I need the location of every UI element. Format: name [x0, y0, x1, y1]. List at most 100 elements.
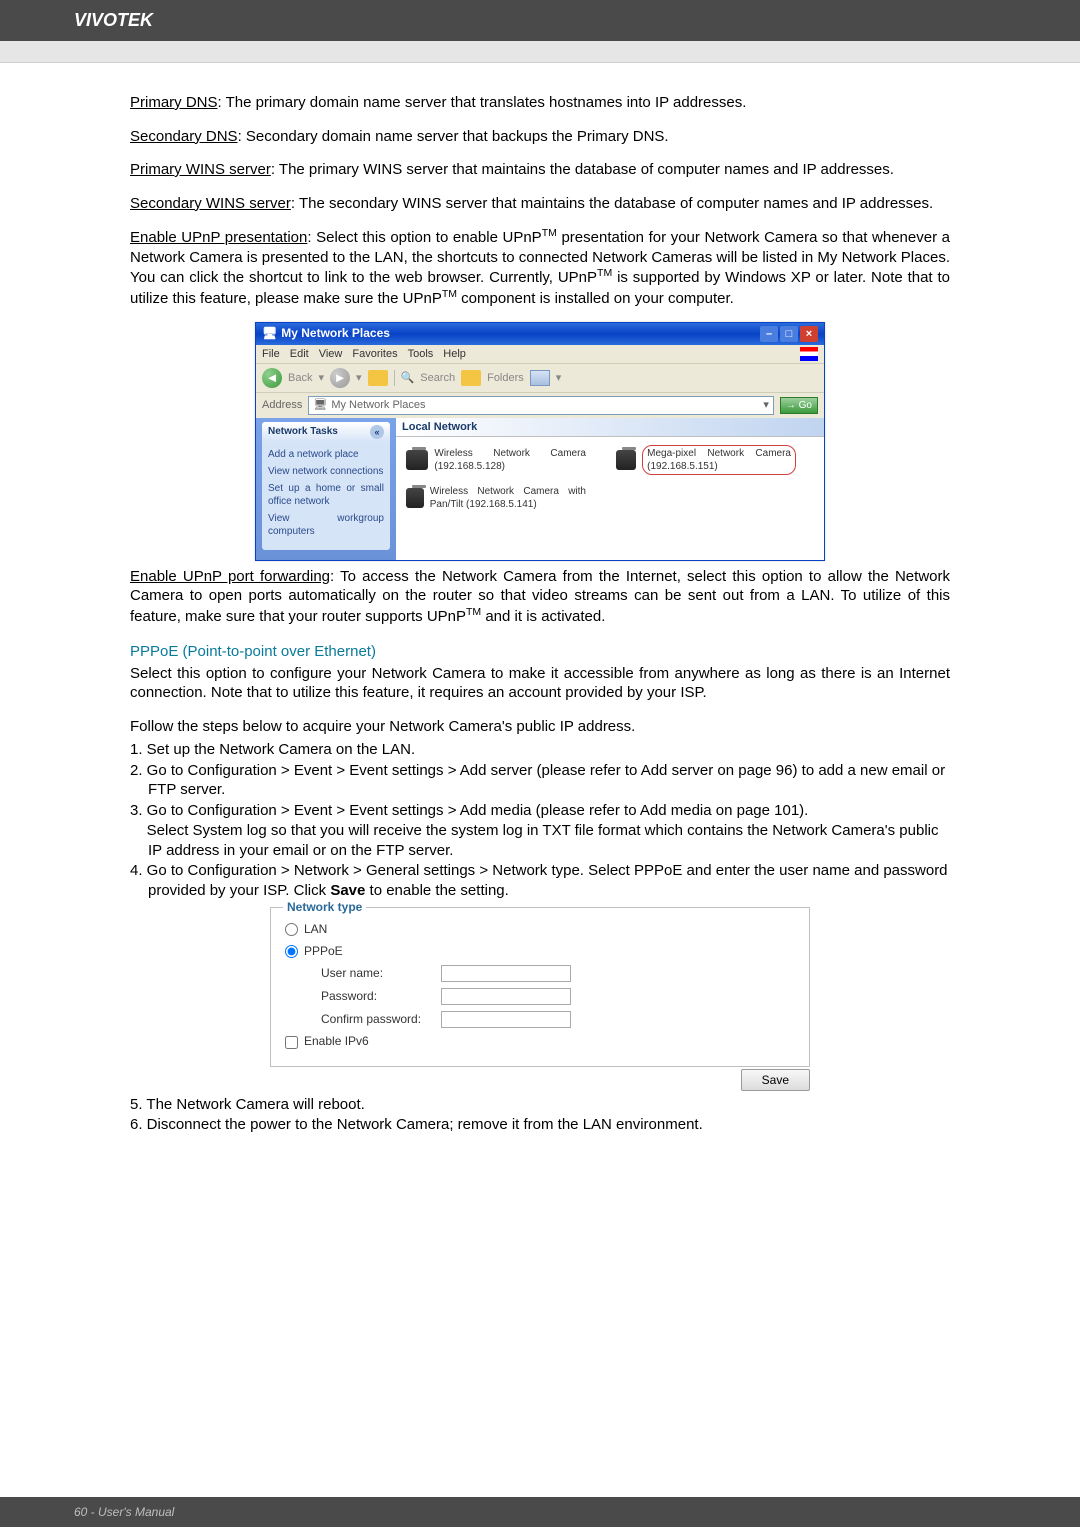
pppoe-intro: Select this option to configure your Net… — [130, 664, 950, 703]
brand-header: VIVOTEK — [0, 0, 1080, 41]
page-content: Primary DNS: The primary domain name ser… — [0, 63, 1080, 1146]
task-view-connections[interactable]: View network connections — [268, 463, 384, 480]
tm1: TM — [542, 227, 557, 239]
camera-icon — [406, 450, 428, 470]
task-view-workgroup[interactable]: View workgroup computers — [268, 510, 384, 540]
label-ipv6: Enable IPv6 — [304, 1034, 369, 1050]
camera-icon — [616, 450, 636, 470]
network-camera-item[interactable]: Wireless Network Camera (192.168.5.128) — [406, 445, 586, 475]
xp-title: My Network Places — [281, 326, 390, 342]
pppoe-steps: 1. Set up the Network Camera on the LAN.… — [130, 740, 950, 901]
def-primary-wins: Primary WINS server: The primary WINS se… — [130, 160, 950, 180]
text-upnp-pres-d: component is installed on your computer. — [457, 290, 734, 307]
address-value: My Network Places — [331, 398, 425, 412]
network-camera-item[interactable]: Wireless Network Camera with Pan/Tilt (1… — [406, 485, 586, 511]
menu-edit[interactable]: Edit — [290, 347, 309, 361]
input-confirm-password[interactable] — [441, 1011, 571, 1028]
header-stripe — [0, 41, 1080, 63]
input-password[interactable] — [441, 988, 571, 1005]
save-bold: Save — [330, 882, 365, 899]
text-secondary-wins: : The secondary WINS server that maintai… — [291, 195, 933, 212]
def-upnp-presentation: Enable UPnP presentation: Select this op… — [130, 227, 950, 308]
search-label: Search — [420, 371, 455, 385]
label-lan: LAN — [304, 922, 327, 938]
tm3: TM — [442, 288, 457, 300]
network-type-fieldset: Network type LAN PPPoE User name: Passwo… — [270, 907, 810, 1067]
address-field[interactable]: 🖥 My Network Places ▾ — [308, 396, 774, 414]
text-secondary-dns: : Secondary domain name server that back… — [238, 128, 669, 145]
label-username: User name: — [321, 966, 431, 982]
task-add-network-place[interactable]: Add a network place — [268, 446, 384, 463]
xp-toolbar: ◄ Back ▾ ► ▾ 🔍 Search Folders ▾ — [256, 363, 824, 393]
go-button[interactable]: → Go — [780, 397, 818, 414]
step-3b: Select System log so that you will recei… — [130, 821, 950, 861]
label-secondary-wins: Secondary WINS server — [130, 195, 291, 212]
menu-favorites[interactable]: Favorites — [352, 347, 397, 361]
menu-view[interactable]: View — [319, 347, 343, 361]
label-upnp-pres: Enable UPnP presentation — [130, 229, 307, 246]
item-label-0: Wireless Network Camera (192.168.5.128) — [434, 447, 586, 473]
text-primary-wins: : The primary WINS server that maintains… — [271, 161, 894, 178]
local-network-header: Local Network — [396, 418, 824, 437]
network-places-icon: 🖥 — [262, 326, 277, 342]
folders-icon[interactable] — [461, 370, 481, 386]
pppoe-steps-intro: Follow the steps below to acquire your N… — [130, 717, 950, 737]
text-upnp-pres-a: : Select this option to enable UPnP — [307, 229, 541, 246]
folders-label: Folders — [487, 371, 524, 385]
menu-tools[interactable]: Tools — [408, 347, 434, 361]
network-camera-item[interactable]: Mega-pixel Network Camera (192.168.5.151… — [616, 445, 796, 475]
footer-text: 60 - User's Manual — [74, 1505, 174, 1519]
label-confirm-password: Confirm password: — [321, 1012, 431, 1028]
address-label: Address — [262, 398, 302, 412]
label-primary-dns: Primary DNS — [130, 94, 218, 111]
back-label: Back — [288, 371, 312, 385]
network-places-small-icon: 🖥 — [313, 398, 327, 412]
step-3: 3. Go to Configuration > Event > Event s… — [130, 801, 950, 822]
step-4: 4. Go to Configuration > Network > Gener… — [130, 861, 950, 901]
views-icon[interactable] — [530, 370, 550, 386]
task-setup-home-network[interactable]: Set up a home or small office network — [268, 480, 384, 510]
radio-lan[interactable] — [285, 923, 298, 936]
tm4: TM — [466, 606, 481, 618]
close-button[interactable]: × — [800, 326, 818, 342]
radio-pppoe[interactable] — [285, 945, 298, 958]
label-password: Password: — [321, 989, 431, 1005]
xp-titlebar: 🖥 My Network Places – □ × — [256, 323, 824, 345]
label-pppoe: PPPoE — [304, 944, 343, 960]
xp-addressbar: Address 🖥 My Network Places ▾ → Go — [256, 393, 824, 417]
maximize-button[interactable]: □ — [780, 326, 798, 342]
step-2: 2. Go to Configuration > Event > Event s… — [130, 761, 950, 801]
label-secondary-dns: Secondary DNS — [130, 128, 238, 145]
input-username[interactable] — [441, 965, 571, 982]
item-label-2: Wireless Network Camera with Pan/Tilt (1… — [430, 485, 586, 511]
brand-text: VIVOTEK — [74, 10, 153, 30]
step-5: 5. The Network Camera will reboot. — [130, 1095, 950, 1116]
label-primary-wins: Primary WINS server — [130, 161, 271, 178]
def-primary-dns: Primary DNS: The primary domain name ser… — [130, 93, 950, 113]
search-icon[interactable]: 🔍 — [401, 371, 415, 385]
windows-flag-icon — [800, 347, 818, 361]
network-tasks-header: Network Tasks — [268, 425, 338, 438]
def-secondary-dns: Secondary DNS: Secondary domain name ser… — [130, 127, 950, 147]
step-6: 6. Disconnect the power to the Network C… — [130, 1115, 950, 1136]
def-upnp-forwarding: Enable UPnP port forwarding: To access t… — [130, 567, 950, 627]
checkbox-ipv6[interactable] — [285, 1036, 298, 1049]
minimize-button[interactable]: – — [760, 326, 778, 342]
tm2: TM — [597, 267, 612, 279]
post-steps: 5. The Network Camera will reboot. 6. Di… — [130, 1095, 950, 1136]
save-button[interactable]: Save — [741, 1069, 810, 1091]
forward-button[interactable]: ► — [330, 368, 350, 388]
text-primary-dns: : The primary domain name server that tr… — [218, 94, 747, 111]
pppoe-heading: PPPoE (Point-to-point over Ethernet) — [130, 642, 950, 662]
xp-menubar: File Edit View Favorites Tools Help — [256, 345, 824, 363]
def-secondary-wins: Secondary WINS server: The secondary WIN… — [130, 194, 950, 214]
collapse-icon[interactable]: « — [370, 425, 384, 439]
item-label-1: Mega-pixel Network Camera (192.168.5.151… — [642, 445, 796, 475]
back-button[interactable]: ◄ — [262, 368, 282, 388]
menu-help[interactable]: Help — [443, 347, 466, 361]
page-footer: 60 - User's Manual — [0, 1497, 1080, 1527]
menu-file[interactable]: File — [262, 347, 280, 361]
xp-main: Local Network Wireless Network Camera (1… — [396, 418, 824, 560]
camera-icon — [406, 488, 424, 508]
up-folder-icon[interactable] — [368, 370, 388, 386]
